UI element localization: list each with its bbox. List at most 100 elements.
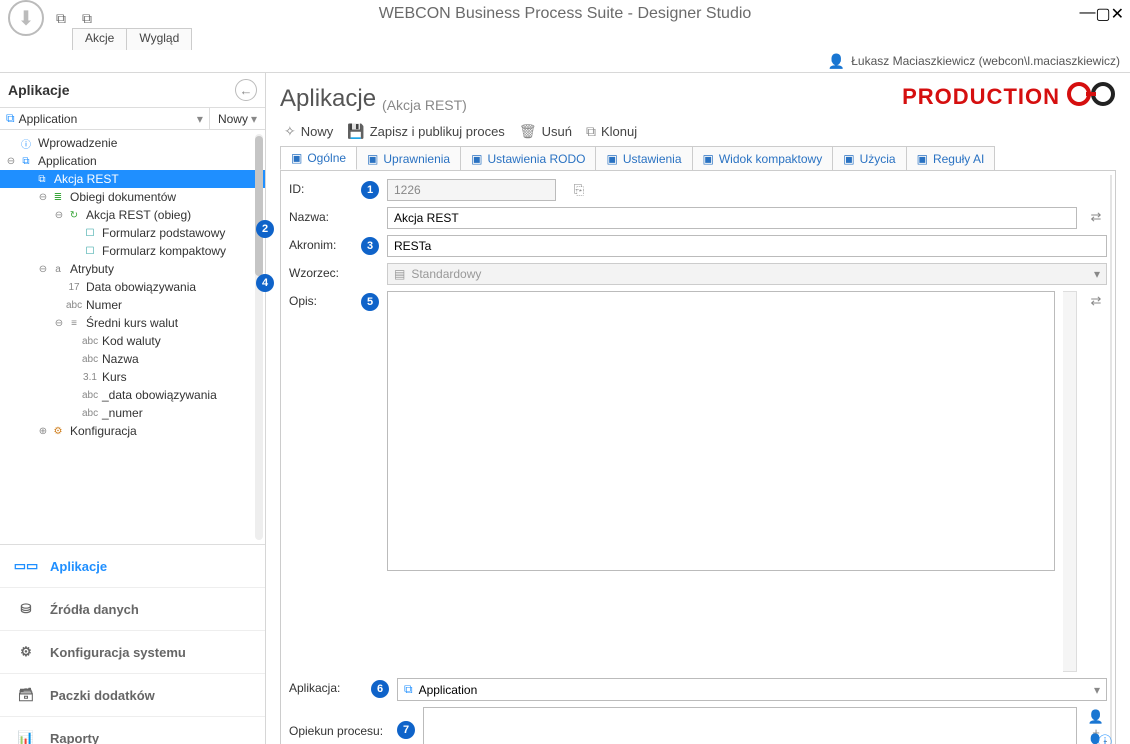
node-icon: ☐	[82, 228, 98, 239]
akronim-label: Akronim:	[289, 235, 353, 252]
expand-icon[interactable]: ⊕	[36, 426, 50, 437]
app-icon: ⧉	[404, 682, 413, 697]
node-label: Akcja REST	[54, 172, 119, 186]
marker-6: 6	[371, 680, 389, 698]
user-add-icon[interactable]: 👤+	[1087, 709, 1105, 727]
expand-icon[interactable]: ⊖	[52, 318, 66, 329]
info-icon[interactable]: ⓘ	[1096, 732, 1114, 744]
nav-item[interactable]: 📊Raporty	[0, 717, 265, 744]
clone-icon: ⧉	[586, 123, 596, 140]
tab[interactable]: ▣Ustawienia RODO	[460, 146, 596, 170]
id-action-icon[interactable]: ⎘	[568, 179, 590, 201]
close-button[interactable]: ✕	[1111, 4, 1124, 24]
tab[interactable]: ▣Widok kompaktowy	[692, 146, 834, 170]
tool-icon-1[interactable]: ⧉	[52, 9, 70, 27]
tool-icon-2[interactable]: ⧉	[78, 9, 96, 27]
tree-scrollbar[interactable]	[255, 134, 263, 540]
tab-icon: ▣	[291, 151, 302, 165]
tree-node[interactable]: ☐Formularz kompaktowy	[0, 242, 265, 260]
node-label: Kod waluty	[102, 334, 161, 348]
node-icon: abc	[66, 300, 82, 311]
nav-icon: 🗃	[12, 684, 40, 706]
ribbon-tab-akcje[interactable]: Akcje	[72, 28, 127, 50]
expand-icon[interactable]: ⊖	[4, 156, 18, 167]
tab-label: Ustawienia	[623, 152, 682, 166]
tree-node[interactable]: ⊖⧉Application	[0, 152, 265, 170]
translate-icon[interactable]: ⇄	[1087, 293, 1105, 311]
tree-node[interactable]: ☐ Formularz podstawowy	[0, 224, 265, 242]
translate-icon[interactable]: ⇄	[1087, 209, 1105, 227]
nav-item[interactable]: ▭▭ Aplikacje	[0, 545, 265, 588]
aplikacja-select[interactable]: ⧉ Application ▾	[397, 678, 1107, 701]
node-label: Atrybuty	[70, 262, 114, 276]
node-icon: abc	[82, 336, 98, 347]
nav-icon: ▭▭	[12, 555, 40, 577]
tab[interactable]: ▣ Uprawnienia	[356, 146, 461, 170]
marker-4: 4	[256, 274, 274, 292]
wzorzec-select[interactable]: ▤ Standardowy ▾	[387, 263, 1107, 285]
clone-button[interactable]: ⧉Klonuj	[586, 123, 637, 140]
node-icon: 17	[66, 282, 82, 293]
tree-node[interactable]: abc Numer	[0, 296, 265, 314]
wzorzec-label: Wzorzec:	[289, 263, 353, 280]
node-label: Formularz podstawowy	[102, 226, 225, 240]
node-icon: ↻	[66, 210, 82, 221]
new-button-left[interactable]: Nowy ▾	[210, 108, 265, 129]
back-button[interactable]: ←	[235, 79, 257, 101]
tree-node[interactable]: 17Data obowiązywania	[0, 278, 265, 296]
tab[interactable]: ▣Reguły AI	[906, 146, 996, 170]
tab-icon: ▣	[917, 152, 928, 166]
expand-icon[interactable]: ⊖	[52, 210, 66, 221]
tab-label: Uprawnienia	[383, 152, 450, 166]
nav-icon: ⛁	[12, 598, 40, 620]
application-selector[interactable]: ⧉ Application ▾	[0, 108, 210, 129]
opis-scrollbar[interactable]	[1063, 291, 1077, 672]
opis-textarea[interactable]	[387, 291, 1055, 571]
expand-icon[interactable]: ⊖	[36, 264, 50, 275]
nav-item[interactable]: ⛁Źródła danych	[0, 588, 265, 631]
tab[interactable]: ▣ Ogólne	[280, 146, 357, 170]
nav-label: Aplikacje	[50, 559, 107, 574]
tree-node[interactable]: ⊖aAtrybuty	[0, 260, 265, 278]
tree-node[interactable]: ⧉ Akcja REST	[0, 170, 265, 188]
tree-node[interactable]: ⊖↻ Akcja REST (obieg)	[0, 206, 265, 224]
node-icon: 3.1	[82, 372, 98, 383]
marker-3: 3	[361, 237, 379, 255]
tab-icon: ▣	[367, 152, 378, 166]
tab-label: Ogólne	[307, 151, 346, 165]
node-label: Wprowadzenie	[38, 136, 117, 150]
tree-node[interactable]: abc_numer	[0, 404, 265, 422]
save-button[interactable]: 💾Zapisz i publikuj proces	[347, 123, 505, 140]
tree-node[interactable]: abcNazwa	[0, 350, 265, 368]
tree-node[interactable]: abc Kod waluty	[0, 332, 265, 350]
maximize-button[interactable]: ▢	[1095, 4, 1110, 24]
nav-item[interactable]: ⚙Konfiguracja systemu	[0, 631, 265, 674]
tree-node[interactable]: ⓘWprowadzenie	[0, 134, 265, 152]
app-selector-label: Application	[19, 112, 78, 126]
minimize-button[interactable]: —	[1079, 4, 1095, 24]
page-title: Aplikacje	[280, 85, 376, 113]
tree-node[interactable]: ⊖≡Średni kurs walut	[0, 314, 265, 332]
node-label: Numer	[86, 298, 122, 312]
tree-node[interactable]: ⊖≣Obiegi dokumentów	[0, 188, 265, 206]
app-menu-button[interactable]: ⬇	[8, 0, 44, 36]
node-label: Akcja REST (obieg)	[86, 208, 191, 222]
tab[interactable]: ▣Ustawienia	[595, 146, 692, 170]
akronim-field[interactable]	[387, 235, 1107, 257]
node-icon: ⧉	[34, 174, 50, 185]
tab-label: Ustawienia RODO	[487, 152, 585, 166]
expand-icon[interactable]: ⊖	[36, 192, 50, 203]
nav-tree[interactable]: ⓘWprowadzenie⊖⧉Application ⧉ Akcja REST ⊖≣O…	[0, 130, 265, 444]
ribbon-tab-wyglad[interactable]: Wygląd	[126, 28, 192, 50]
nazwa-field[interactable]	[387, 207, 1077, 229]
tree-node[interactable]: abc_data obowiązywania	[0, 386, 265, 404]
tree-node[interactable]: ⊕⚙Konfiguracja	[0, 422, 265, 440]
delete-button[interactable]: 🗑Usuń	[519, 123, 572, 140]
nav-item[interactable]: 🗃Paczki dodatków	[0, 674, 265, 717]
new-button[interactable]: ✧Nowy	[284, 123, 333, 140]
app-icon: ⧉	[6, 111, 15, 126]
tab-icon: ▣	[703, 152, 714, 166]
opiekun-field[interactable]	[423, 707, 1077, 744]
tab[interactable]: ▣Użycia	[832, 146, 906, 170]
tree-node[interactable]: 3.1Kurs	[0, 368, 265, 386]
